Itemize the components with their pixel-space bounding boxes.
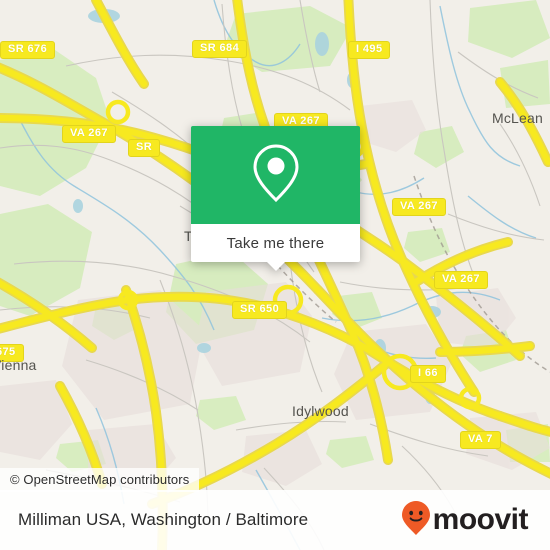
moovit-logo[interactable]: moovit bbox=[401, 500, 529, 541]
moovit-pin-icon bbox=[401, 500, 431, 541]
road-shield: SR 650 bbox=[232, 301, 288, 319]
road-shield: SR bbox=[128, 139, 161, 157]
road-shield: VA 7 bbox=[460, 431, 501, 449]
road-shield: VA 267 bbox=[62, 125, 116, 143]
road-shield: SR 684 bbox=[192, 40, 248, 58]
take-me-there-label: Take me there bbox=[226, 234, 325, 252]
road-shield: I 66 bbox=[410, 365, 446, 383]
card-pointer bbox=[265, 261, 286, 271]
footer-bar: Milliman USA, Washington / Baltimore moo… bbox=[0, 490, 550, 550]
place-card-header bbox=[191, 126, 360, 224]
road-shield: I 495 bbox=[348, 41, 391, 59]
moovit-wordmark: moovit bbox=[432, 503, 529, 536]
place-card[interactable]: Take me there bbox=[191, 126, 360, 271]
road-shield: VA 267 bbox=[392, 198, 446, 216]
map-pin-icon bbox=[252, 142, 300, 209]
footer-place-title: Milliman USA, Washington / Baltimore bbox=[18, 510, 309, 529]
road-shield: SR 676 bbox=[0, 41, 56, 59]
road-shield: VA 267 bbox=[434, 271, 488, 289]
map-attribution[interactable]: © OpenStreetMap contributors bbox=[0, 468, 200, 492]
place-label-vienna: Vienna bbox=[0, 357, 37, 373]
place-label-mclean: McLean bbox=[492, 110, 544, 126]
place-label-idylwood: Idylwood bbox=[292, 403, 349, 419]
take-me-there-button[interactable]: Take me there bbox=[191, 224, 360, 271]
